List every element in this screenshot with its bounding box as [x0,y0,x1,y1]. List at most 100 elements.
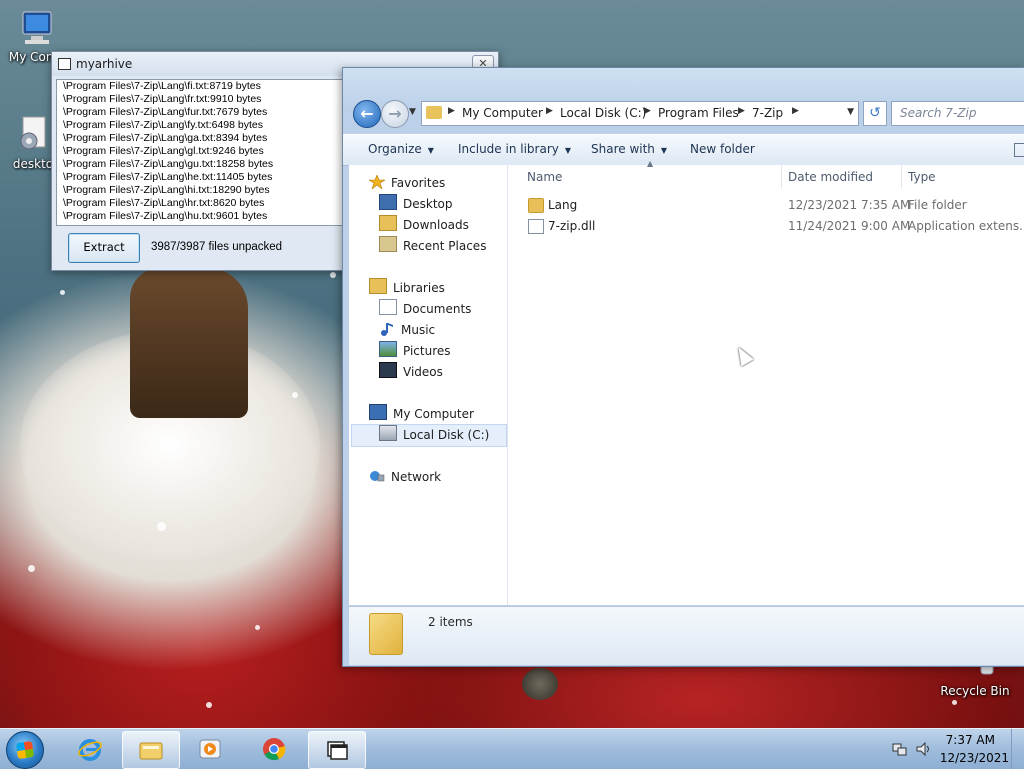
snowflake [255,625,260,630]
share-label: Share with [591,142,655,156]
breadcrumb-7-zip[interactable]: 7-Zip [752,106,783,120]
nav-label: Pictures [403,344,451,358]
nav-label: Documents [403,302,472,316]
show-desktop-button[interactable] [1011,729,1024,769]
breadcrumb-my-computer[interactable]: My Computer [462,106,543,120]
organize-button[interactable]: Organize ▼ [368,142,434,156]
downloads-folder-icon [379,215,397,231]
nav-documents[interactable]: Documents [379,299,471,319]
media-player-icon [198,737,222,761]
arrow-right-icon: → [388,104,402,123]
column-divider[interactable] [781,165,782,189]
dll-file-icon [528,219,544,234]
snowflake [60,290,65,295]
volume-icon[interactable] [916,741,932,757]
nav-favorites[interactable]: Favorites [367,173,445,193]
back-button[interactable]: ← [353,100,381,128]
nav-label: Libraries [393,281,445,295]
file-name: Lang [548,198,578,212]
nav-network[interactable]: Network [369,467,441,487]
list-item: \Program Files\7-Zip\Lang\fy.txt:6498 by… [63,119,263,131]
nav-downloads[interactable]: Downloads [379,215,469,235]
network-icon [369,469,385,483]
nav-my-computer[interactable]: My Computer [369,404,474,424]
file-date: 11/24/2021 9:00 AM [788,219,911,233]
chevron-right-icon[interactable]: ▶ [738,106,745,116]
zip-window-title: myarhive [76,57,133,71]
clock-date[interactable]: 12/23/2021 [940,751,1009,765]
explorer-window[interactable]: ← → ▼ ▶ My Computer ▶ Local Disk (C:) ▶ … [342,67,1024,667]
nav-pictures[interactable]: Pictures [379,341,451,361]
list-item: \Program Files\7-Zip\Lang\he.txt:11405 b… [63,171,273,183]
taskbar-file-explorer[interactable] [122,731,180,769]
list-item: \Program Files\7-Zip\Lang\fur.txt:7679 b… [63,106,268,118]
nav-label: Recent Places [403,239,487,253]
extracted-files-list[interactable]: \Program Files\7-Zip\Lang\fi.txt:8719 by… [56,79,344,226]
chrome-icon [262,737,286,761]
share-with-button[interactable]: Share with ▼ [591,142,667,156]
taskbar-internet-explorer[interactable] [62,731,118,767]
chevron-down-icon: ▼ [427,146,434,155]
nav-music[interactable]: Music [379,320,435,340]
taskbar-chrome[interactable] [246,731,302,767]
chevron-right-icon[interactable]: ▶ [448,106,455,116]
nav-label: Local Disk (C:) [403,428,490,442]
desktop-icon-recycle-bin[interactable]: Recycle Bin [938,663,1012,698]
list-item: \Program Files\7-Zip\Lang\gu.txt:18258 b… [63,158,274,170]
forward-button[interactable]: → [381,100,409,128]
list-item: \Program Files\7-Zip\Lang\fr.txt:9910 by… [63,93,262,105]
snowflake [292,392,298,398]
new-folder-button[interactable]: New folder [690,142,755,156]
videos-icon [379,362,397,378]
nav-label: Videos [403,365,443,379]
address-bar[interactable]: ▶ My Computer ▶ Local Disk (C:) ▶ Progra… [421,101,859,126]
libraries-icon [369,278,387,294]
chevron-right-icon[interactable]: ▶ [644,106,651,116]
start-button[interactable] [6,731,44,769]
chevron-right-icon[interactable]: ▶ [546,106,553,116]
include-in-library-button[interactable]: Include in library ▼ [458,142,571,156]
pictures-icon [379,341,397,357]
taskbar: 7:37 AM 12/23/2021 [0,728,1024,769]
nav-local-disk[interactable]: Local Disk (C:) [379,425,489,445]
table-row[interactable]: 7-zip.dll 11/24/2021 9:00 AM Application… [508,216,1024,236]
column-header-type[interactable]: Type [908,170,936,184]
extract-button[interactable]: Extract [68,233,140,263]
sort-ascending-icon: ▲ [647,159,654,168]
clock-time[interactable]: 7:37 AM [946,733,995,747]
snowflake [206,702,212,708]
column-header-name[interactable]: Name [527,170,562,184]
file-type: File folder [908,198,967,212]
search-placeholder: Search 7-Zip [900,106,977,120]
column-header-date[interactable]: Date modified [788,170,873,184]
list-item: \Program Files\7-Zip\Lang\hi.txt:18290 b… [63,184,270,196]
nav-libraries[interactable]: Libraries [369,278,445,298]
table-row[interactable]: Lang 12/23/2021 7:35 AM File folder [508,195,1024,215]
navigation-pane[interactable]: Favorites Desktop Downloads Recent Place… [349,165,508,605]
desktop-icon-label: deskto [12,157,54,171]
search-input[interactable]: Search 7-Zip [891,101,1024,126]
chevron-right-icon[interactable]: ▶ [792,106,799,116]
list-item: \Program Files\7-Zip\Lang\gl.txt:9246 by… [63,145,264,157]
view-options-icon[interactable] [1014,143,1024,157]
taskbar-media-player[interactable] [182,731,238,767]
address-dropdown[interactable]: ▼ [847,107,854,117]
file-date: 12/23/2021 7:35 AM [788,198,911,212]
chevron-down-icon: ▼ [564,146,572,155]
file-list-view[interactable]: ▲ Name Date modified Type Lang 12/23/202… [508,159,1024,605]
column-divider[interactable] [901,165,902,189]
snowflake [157,522,166,531]
nav-videos[interactable]: Videos [379,362,443,382]
breadcrumb-program-files[interactable]: Program Files [658,106,739,120]
nav-desktop[interactable]: Desktop [379,194,453,214]
windows-logo-icon [15,740,35,760]
window-app-icon [58,58,71,70]
recent-pages-dropdown[interactable]: ▼ [409,107,416,117]
refresh-button[interactable]: ↺ [863,101,887,126]
taskbar-7zip-window[interactable] [308,731,366,769]
computer-icon [369,404,387,420]
nav-recent-places[interactable]: Recent Places [379,236,486,256]
nav-label: Downloads [403,218,469,232]
breadcrumb-local-disk[interactable]: Local Disk (C:) [560,106,646,120]
network-status-icon[interactable] [892,742,908,756]
